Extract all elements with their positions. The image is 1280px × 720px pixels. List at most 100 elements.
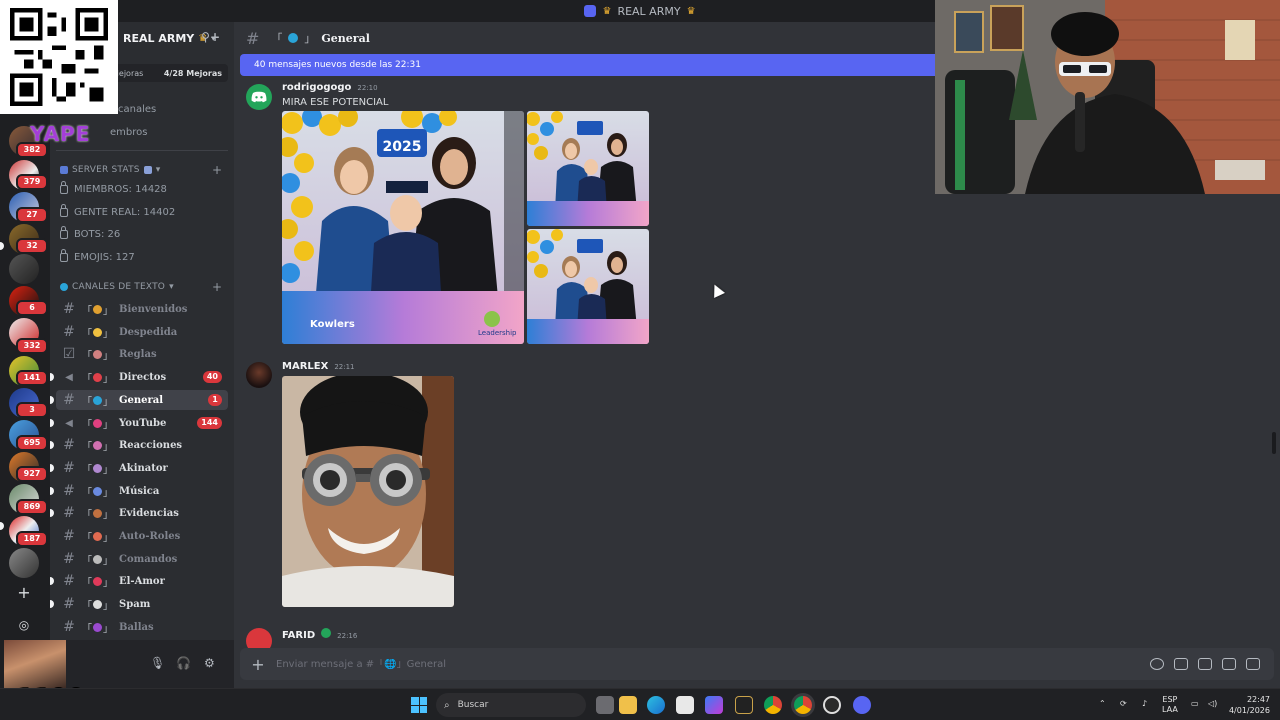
divider: [56, 150, 228, 151]
stats-icon: [60, 166, 68, 174]
display-icon[interactable]: ▭: [1191, 699, 1199, 709]
channel-evidencias[interactable]: # 「」 Evidencias: [50, 503, 228, 523]
discord-icon[interactable]: [853, 696, 871, 714]
add-channel-icon[interactable]: +: [212, 280, 222, 294]
clock[interactable]: 22:47 4/01/2026: [1224, 694, 1270, 716]
add-user-icon[interactable]: ⚲+: [201, 30, 220, 44]
add-channel-icon[interactable]: +: [212, 163, 222, 177]
message-header: rodrigogogo 22:10: [282, 82, 378, 93]
apps-icon[interactable]: [1246, 658, 1260, 670]
settings-gear-icon[interactable]: ⚙: [204, 656, 215, 670]
channel-comandos[interactable]: # 「」 Comandos: [56, 549, 228, 569]
file-explorer-icon[interactable]: [619, 696, 637, 714]
channel-spam[interactable]: # 「」 Spam: [50, 594, 228, 614]
channel-reacciones[interactable]: # 「」 Reacciones: [50, 435, 228, 455]
taskbar-search[interactable]: ⌕ Buscar: [436, 693, 586, 717]
window-title: REAL ARMY: [617, 4, 681, 18]
server-icon[interactable]: [9, 548, 39, 578]
channel-akinator[interactable]: # 「」 Akinator: [50, 458, 228, 478]
channel-youtube[interactable]: ◀ 「」 YouTube 144: [50, 413, 228, 433]
clock-date: 4/01/2026: [1228, 706, 1270, 715]
channel-ballas[interactable]: # 「」 Ballas: [56, 617, 228, 637]
image-attachment[interactable]: 2025 Kowlers Leadership: [282, 111, 524, 344]
server-badge: 927: [16, 466, 48, 482]
stats-emoji-icon: [143, 166, 152, 174]
channel-name: YouTube: [119, 417, 167, 429]
message-input[interactable]: [276, 658, 1150, 670]
headphones-icon[interactable]: 🎧: [176, 656, 191, 670]
stat-emojis[interactable]: EMOJIS: 127: [60, 249, 135, 263]
channel-name: Comandos: [119, 553, 178, 565]
add-attachment-icon[interactable]: +: [240, 655, 276, 674]
microphone-icon[interactable]: ♪: [1142, 699, 1147, 709]
channel-despedida[interactable]: # 「」 Despedida: [56, 322, 228, 342]
microphone-icon[interactable]: 🎙: [150, 656, 165, 670]
graduation-photo: 2025 Kowlers Leadership: [282, 111, 524, 344]
lock-icon: [60, 204, 68, 217]
lock-icon: [60, 181, 68, 194]
channel-general[interactable]: # 「」 General 1: [50, 390, 228, 410]
category-server-stats[interactable]: SERVER STATS ▾ +: [60, 163, 222, 177]
author-name[interactable]: rodrigogogo: [282, 82, 351, 93]
category-text-channels[interactable]: CANALES DE TEXTO ▾ +: [60, 280, 222, 294]
store-icon[interactable]: [676, 696, 694, 714]
stat-members[interactable]: MIEMBROS: 14428: [60, 181, 167, 195]
chrome-active-icon[interactable]: [794, 696, 812, 714]
gif-icon[interactable]: [1174, 658, 1188, 670]
unread-indicator: [50, 509, 54, 517]
image-icon[interactable]: [1222, 658, 1236, 670]
unread-indicator: [50, 419, 54, 427]
rules-icon: 「」: [82, 349, 113, 362]
edge-icon[interactable]: [647, 696, 665, 714]
author-name[interactable]: MARLEX: [282, 361, 328, 372]
channel-name: Música: [119, 485, 160, 497]
channel-reglas[interactable]: ☑ 「」 Reglas: [56, 344, 228, 364]
server-icon[interactable]: [9, 254, 39, 284]
channel-directos[interactable]: ◀ 「」 Directos 40: [50, 367, 228, 387]
copilot-icon[interactable]: [705, 696, 723, 714]
qr-code-pattern: [10, 8, 108, 106]
task-view-icon[interactable]: [596, 696, 614, 714]
image-attachment[interactable]: [527, 111, 649, 226]
scrollbar[interactable]: [1272, 432, 1276, 454]
channel-m-sica[interactable]: # 「」 Música: [50, 481, 228, 501]
gift-emoji-icon[interactable]: [1150, 658, 1164, 670]
tray-overflow-icon[interactable]: ⌃: [1099, 699, 1106, 709]
stat-label: MIEMBROS: 14428: [74, 184, 167, 195]
message-header: MARLEX 22:11: [282, 361, 355, 372]
windows-start-icon[interactable]: [411, 697, 427, 713]
game-launcher-icon[interactable]: [735, 696, 753, 714]
stat-bots[interactable]: BOTS: 26: [60, 226, 120, 240]
sync-icon[interactable]: ⟳: [1120, 699, 1127, 709]
discover-icon[interactable]: ◎: [13, 614, 35, 636]
author-name[interactable]: FARID: [282, 630, 315, 641]
category-label: SERVER STATS: [72, 165, 140, 175]
avatar[interactable]: [246, 84, 272, 110]
channel-title: General: [321, 31, 370, 45]
hash-icon: #: [63, 437, 75, 453]
obs-icon[interactable]: [823, 696, 841, 714]
image-attachment[interactable]: [282, 376, 454, 607]
image-attachment[interactable]: [527, 229, 649, 344]
globe-icon: [288, 33, 299, 43]
mention-badge: 144: [197, 417, 222, 429]
channel-el-amor[interactable]: # 「」 El-Amor: [50, 571, 228, 591]
browse-channels[interactable]: canales: [118, 104, 156, 115]
new-messages-banner[interactable]: 40 mensajes nuevos desde las 22:31: [240, 54, 940, 76]
sticker-icon[interactable]: [1198, 658, 1212, 670]
chrome-icon[interactable]: [764, 696, 782, 714]
channel-auto-roles[interactable]: # 「」 Auto-Roles: [56, 526, 228, 546]
stat-real-people[interactable]: GENTE REAL: 14402: [60, 204, 175, 218]
language-indicator[interactable]: ESP LAA: [1162, 695, 1178, 715]
unread-indicator: [0, 522, 4, 530]
composer-actions: [1150, 658, 1274, 670]
channel-bienvenidos[interactable]: # 「」 Bienvenidos: [56, 299, 228, 319]
webcam-feed: [935, 0, 1280, 194]
timestamp: 22:11: [334, 363, 355, 371]
members-link[interactable]: embros: [110, 127, 147, 138]
server-badge: 6: [16, 300, 48, 316]
volume-icon[interactable]: ◁): [1208, 699, 1217, 709]
avatar[interactable]: [246, 362, 272, 388]
unread-indicator: [50, 373, 54, 381]
add-server-icon[interactable]: +: [13, 582, 35, 604]
